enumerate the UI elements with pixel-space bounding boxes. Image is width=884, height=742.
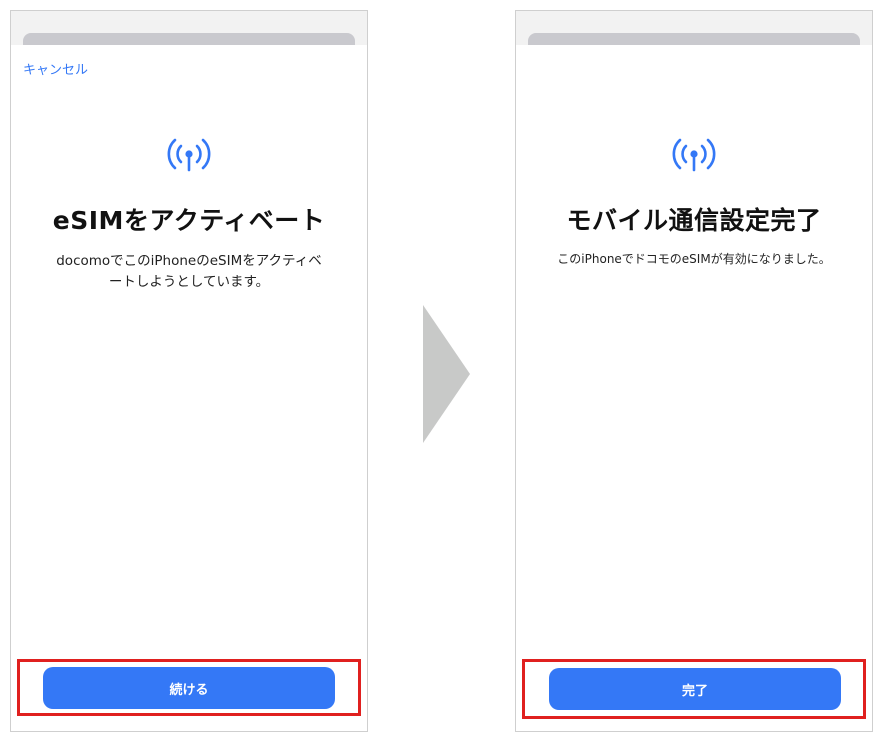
page-title: モバイル通信設定完了 (566, 206, 822, 235)
antenna-signal-icon (167, 138, 211, 172)
phone-screen-activate: キャンセル eSIMをアクティベート docomoでこのiPhoneのeSIMを… (10, 10, 368, 732)
description-text: このiPhoneでドコモのeSIMが有効になりました。 (557, 252, 831, 266)
cancel-button[interactable]: キャンセル (23, 59, 88, 78)
sheet-handle (516, 11, 872, 45)
antenna-signal-icon (672, 138, 716, 172)
page-title: eSIMをアクティベート (52, 206, 326, 235)
sheet-handle (11, 11, 367, 45)
continue-button[interactable]: 続ける (43, 667, 335, 709)
description-text: docomoでこのiPhoneのeSIMをアクティベートしようとしています。 (56, 253, 322, 290)
next-step-arrow-icon (423, 305, 470, 443)
phone-screen-complete: モバイル通信設定完了 このiPhoneでドコモのeSIMが有効になりました。 完… (515, 10, 873, 732)
done-button[interactable]: 完了 (549, 668, 841, 710)
